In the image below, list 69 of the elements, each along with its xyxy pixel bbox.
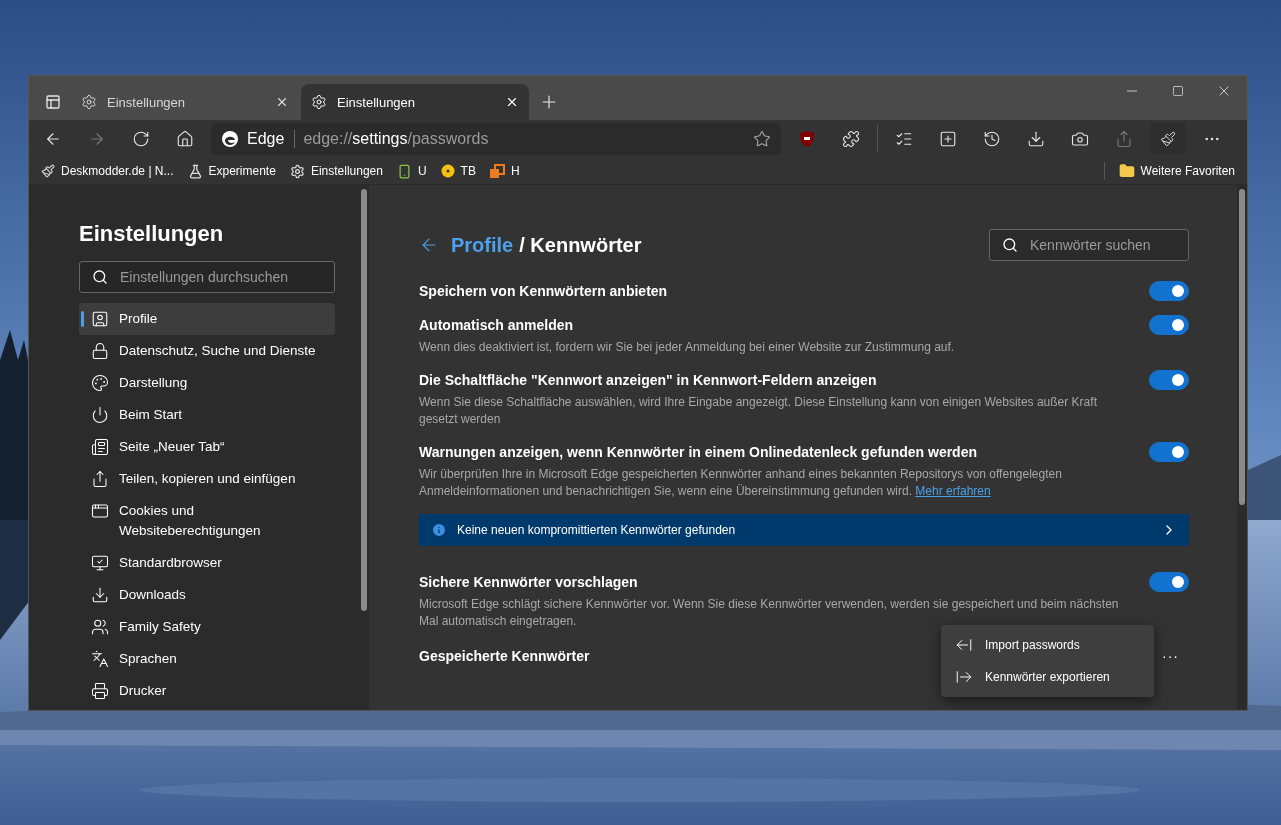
disc-icon [440, 164, 455, 178]
setting-description: Wenn dies deaktiviert ist, fordern wir Sie bei jeder Anmeldung bei einer Website zur Zustimmung auf. [419, 339, 956, 356]
setting-description: Wir überprüfen Ihre in Microsoft Edge gespeicherten Kennwörter anhand eines bekannten Repositorys von offengelegten Anmeldeinformationen und benachrichtigen Sie, wenn eine Übereinstimmung gefunden wird. Mehr erfahren [419, 466, 1063, 500]
gear-icon [81, 94, 97, 110]
scrollbar[interactable] [359, 185, 369, 710]
setting-description: Microsoft Edge schlägt sichere Kennwörter vor. Wenn Sie diese Kennwörter verwenden, werden sie gespeichert und beim nächsten Mal automatisch eingetragen. [419, 596, 1120, 630]
toggle-switch[interactable] [1149, 281, 1189, 301]
language-icon [91, 650, 109, 668]
palette-icon [91, 374, 109, 392]
learn-more-link[interactable]: Mehr erfahren [915, 484, 991, 498]
printer-icon [91, 682, 109, 700]
lock-icon [91, 342, 109, 360]
download-icon [91, 586, 109, 604]
site-label: Edge [247, 130, 296, 148]
monitor-check-icon [91, 554, 109, 572]
setting-label: Die Schaltfläche "Kennwort anzeigen" in Kennwort-Feldern anzeigen [419, 371, 878, 390]
setting-label: Warnungen anzeigen, wenn Kennwörter in einem Onlinedatenleck gefunden werden [419, 443, 978, 462]
people-icon [91, 618, 109, 636]
brush-icon [41, 164, 55, 178]
setting-label: Automatisch anmelden [419, 316, 575, 335]
bookmark[interactable]: U [396, 163, 427, 179]
gear-icon [311, 94, 327, 110]
bookmark-folder[interactable]: Weitere Favoriten [1118, 163, 1235, 179]
arrow-left-icon [955, 636, 973, 654]
setting-label: Sichere Kennwörter vorschlagen [419, 573, 639, 592]
browser-tab[interactable]: Einstellungen [301, 84, 529, 120]
bookmark[interactable]: Deskmodder.de | N... [41, 164, 174, 178]
power-icon [91, 406, 109, 424]
toggle-switch[interactable] [1149, 370, 1189, 390]
close-icon[interactable] [275, 95, 289, 109]
search-field[interactable]: Einstellungen durchsuchen [79, 261, 335, 293]
edge-logo-icon [221, 130, 239, 148]
bookmark[interactable]: Experimente [187, 163, 276, 179]
more-button[interactable]: ··· [1158, 644, 1183, 668]
search-field[interactable]: Kennwörter suchen [989, 229, 1189, 261]
gear-icon [289, 163, 305, 179]
sidebar-title: Einstellungen [79, 221, 225, 247]
search-icon [92, 269, 108, 285]
toggle-switch[interactable] [1149, 315, 1189, 335]
brush-icon[interactable] [1150, 123, 1186, 155]
search-icon [1002, 237, 1018, 253]
info-icon [431, 522, 447, 538]
window-icon [91, 502, 109, 520]
phone-icon [396, 163, 412, 179]
newspaper-icon [91, 438, 109, 456]
scrollbar[interactable] [1237, 185, 1247, 710]
menu-item[interactable]: Import passwords [941, 629, 1154, 661]
profile-icon [91, 310, 109, 328]
setting-description: Wenn Sie diese Schaltfläche auswählen, wird Ihre Eingabe angezeigt. Diese Einstellung kann von einigen Websites außer Kraft gesetzt werden [419, 394, 1098, 428]
page-title: / Kennwörter [519, 233, 642, 257]
add-favorite-icon[interactable] [753, 130, 771, 148]
share-icon [91, 470, 109, 488]
close-icon[interactable] [505, 95, 519, 109]
flask-icon [187, 163, 203, 179]
info-banner[interactable]: Keine neuen kompromittierten Kennwörter gefunden [419, 514, 1189, 546]
toggle-switch[interactable] [1149, 442, 1189, 462]
toggle-switch[interactable] [1149, 572, 1189, 592]
bookmark[interactable]: TB [440, 164, 476, 178]
squares-icon [489, 163, 505, 179]
section-title: Gespeicherte Kennwörter [419, 647, 590, 666]
setting-label: Speichern von Kennwörtern anbieten [419, 282, 669, 301]
sidebar-item[interactable]: Profile [79, 303, 335, 335]
bookmark[interactable]: H [489, 163, 520, 179]
folder-icon [1118, 163, 1135, 179]
bookmark[interactable]: Einstellungen [289, 163, 383, 179]
menu-item[interactable]: Kennwörter exportieren [941, 661, 1154, 693]
url-text: edge://settings/passwords [303, 130, 490, 148]
address-bar[interactable]: Edge edge://settings/passwords [211, 123, 781, 155]
breadcrumb-link[interactable]: Profile [451, 233, 514, 257]
